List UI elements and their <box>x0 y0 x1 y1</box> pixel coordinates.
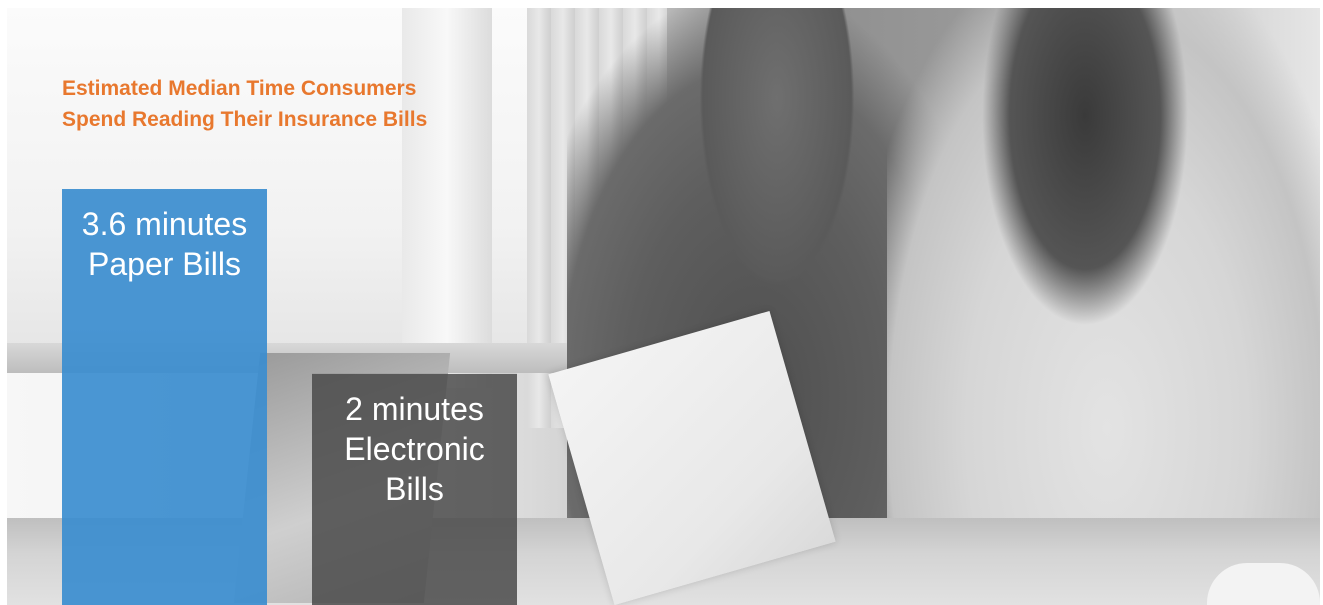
bar-label-0-1: Paper Bills <box>88 246 241 282</box>
bar-chart: 3.6 minutes Paper Bills 2 minutes Electroni… <box>62 189 517 605</box>
infographic-frame: Estimated Median Time Consumers Spend Re… <box>7 8 1320 605</box>
bar-label-1-0: 2 minutes <box>345 391 484 427</box>
bar-label-1-1: Electronic <box>344 431 485 467</box>
bar-label-1-2: Bills <box>385 471 444 507</box>
bar-label-0-0: 3.6 minutes <box>82 206 247 242</box>
